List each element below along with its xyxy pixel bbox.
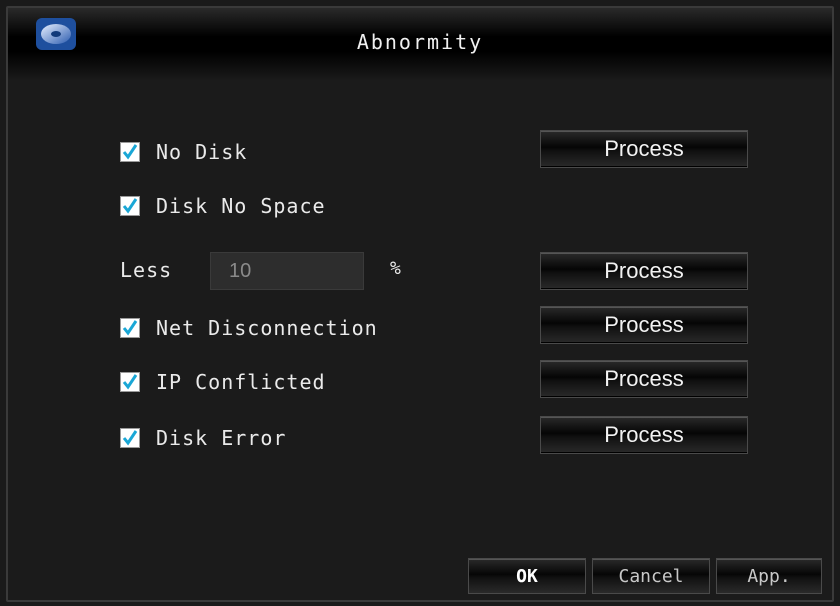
ip-conflicted-checkbox[interactable] (120, 372, 140, 392)
no-disk-checkbox[interactable] (120, 142, 140, 162)
disk-no-space-checkbox[interactable] (120, 196, 140, 216)
no-disk-process-button[interactable]: Process (540, 130, 748, 168)
disk-error-process-button[interactable]: Process (540, 416, 748, 454)
disk-error-row: Disk Error (120, 426, 286, 450)
cancel-button[interactable]: Cancel (592, 558, 710, 594)
net-disconnection-process-button[interactable]: Process (540, 306, 748, 344)
checkmark-icon (122, 198, 138, 214)
disk-space-process-button[interactable]: Process (540, 252, 748, 290)
ip-conflicted-label: IP Conflicted (156, 370, 326, 394)
disk-error-checkbox[interactable] (120, 428, 140, 448)
abnormity-dialog: Abnormity No Disk Process Disk No Space … (6, 6, 834, 602)
checkmark-icon (122, 374, 138, 390)
checkmark-icon (122, 144, 138, 160)
net-disconnection-checkbox[interactable] (120, 318, 140, 338)
disk-no-space-label: Disk No Space (156, 194, 326, 218)
net-disconnection-row: Net Disconnection (120, 316, 378, 340)
title-bar: Abnormity (8, 8, 832, 81)
less-percent-input[interactable] (210, 252, 364, 290)
checkmark-icon (122, 320, 138, 336)
no-disk-row: No Disk (120, 140, 247, 164)
ip-conflicted-row: IP Conflicted (120, 370, 326, 394)
dialog-content: No Disk Process Disk No Space Less % Pro… (8, 80, 832, 600)
apply-button[interactable]: App. (716, 558, 822, 594)
no-disk-label: No Disk (156, 140, 248, 164)
checkmark-icon (122, 430, 138, 446)
less-label: Less (120, 258, 173, 282)
net-disconnection-label: Net Disconnection (156, 316, 378, 340)
window-title: Abnormity (356, 30, 484, 54)
ip-conflicted-process-button[interactable]: Process (540, 360, 748, 398)
ok-button[interactable]: OK (468, 558, 586, 594)
disk-no-space-row: Disk No Space (120, 194, 326, 218)
disk-error-label: Disk Error (156, 426, 287, 450)
percent-unit: % (390, 258, 401, 279)
